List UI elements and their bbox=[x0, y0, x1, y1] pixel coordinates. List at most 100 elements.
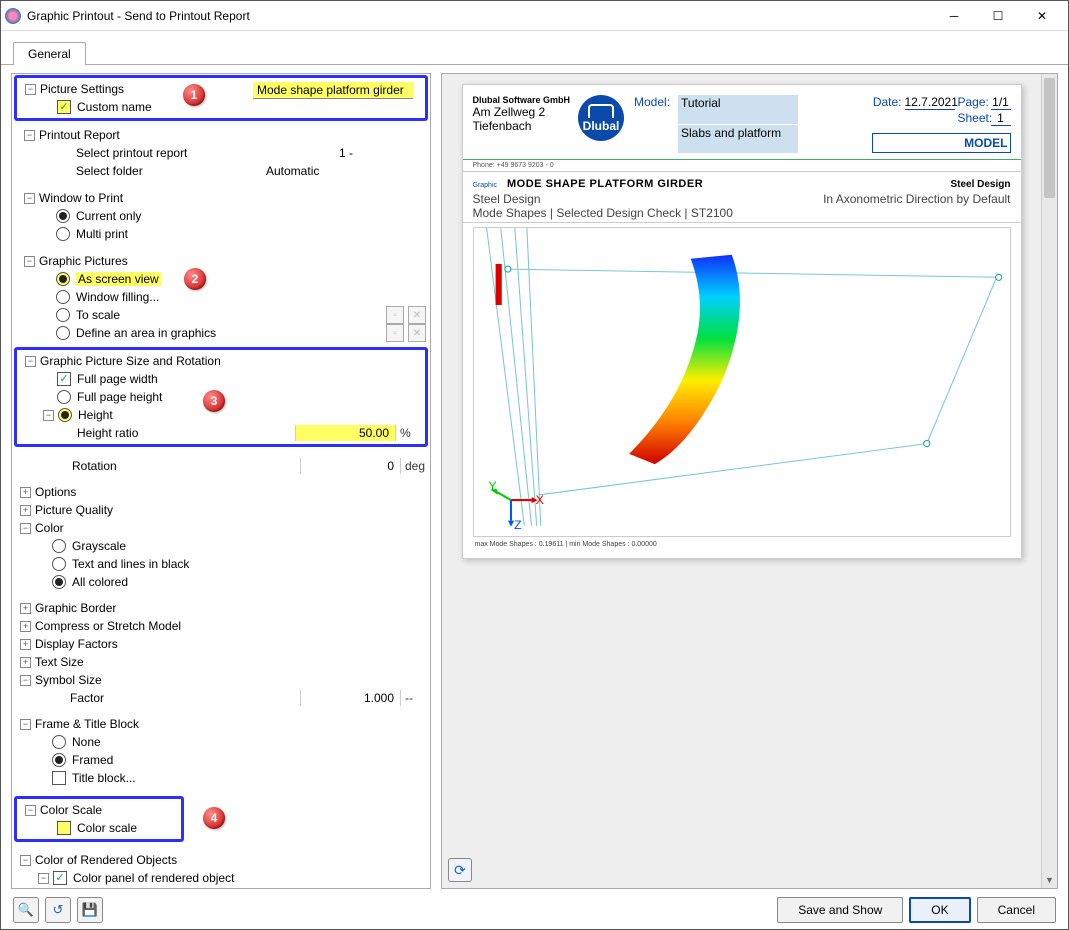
label-height-ratio: Height ratio bbox=[75, 426, 295, 440]
scrollbar[interactable]: ▲ ▼ bbox=[1041, 74, 1057, 888]
scale-button-a: ▫ bbox=[386, 306, 404, 324]
label-as-screen-view: As screen view bbox=[76, 272, 426, 286]
radio-as-screen-view[interactable] bbox=[56, 272, 70, 286]
radio-define-area[interactable] bbox=[56, 326, 70, 340]
radio-height[interactable] bbox=[58, 408, 72, 422]
app-icon bbox=[5, 8, 21, 24]
radio-grayscale[interactable] bbox=[52, 539, 66, 553]
radio-current-only[interactable] bbox=[56, 209, 70, 223]
reset-button[interactable]: ↺ bbox=[45, 897, 71, 923]
radio-all-colored[interactable] bbox=[52, 575, 66, 589]
expand-icon[interactable]: + bbox=[20, 657, 31, 668]
section-color: Color bbox=[35, 521, 430, 535]
input-rotation[interactable]: 0 bbox=[300, 458, 400, 474]
collapse-icon[interactable]: − bbox=[43, 410, 54, 421]
help-button[interactable]: 🔍 bbox=[13, 897, 39, 923]
figure-sub-left-b: Mode Shapes | Selected Design Check | ST… bbox=[473, 206, 733, 220]
maximize-button[interactable]: ☐ bbox=[976, 2, 1020, 30]
section-text-size: Text Size bbox=[35, 655, 430, 669]
value-select-report[interactable]: 1 - bbox=[266, 146, 426, 160]
collapse-icon[interactable]: − bbox=[25, 356, 36, 367]
radio-full-height[interactable] bbox=[57, 390, 71, 404]
head-sheet-label: Sheet: bbox=[958, 111, 988, 126]
collapse-icon[interactable]: − bbox=[25, 84, 36, 95]
close-button[interactable]: ✕ bbox=[1020, 2, 1064, 30]
label-factor: Factor bbox=[70, 691, 300, 705]
radio-framed[interactable] bbox=[52, 753, 66, 767]
label-grayscale: Grayscale bbox=[72, 539, 430, 553]
label-color-panel: Color panel of rendered object bbox=[73, 871, 430, 885]
scroll-down-icon[interactable]: ▼ bbox=[1042, 872, 1057, 888]
area-button-a: ▫ bbox=[386, 324, 404, 342]
save-settings-button[interactable]: 💾 bbox=[77, 897, 103, 923]
checkbox-color-panel[interactable] bbox=[53, 871, 67, 885]
dialog-footer: 🔍 ↺ 💾 Save and Show OK Cancel bbox=[1, 891, 1068, 929]
input-height-ratio[interactable]: 50.00 bbox=[295, 425, 395, 441]
save-and-show-button[interactable]: Save and Show bbox=[777, 897, 903, 923]
radio-multi-print[interactable] bbox=[56, 227, 70, 241]
cancel-button[interactable]: Cancel bbox=[977, 897, 1056, 923]
unit-factor: -- bbox=[400, 690, 430, 706]
checkbox-color-scale[interactable] bbox=[57, 821, 71, 835]
label-color-scale: Color scale bbox=[77, 821, 181, 835]
figure-caption: max Mode Shapes : 0.19611 | min Mode Sha… bbox=[463, 539, 1021, 558]
head-sheet-value: 1 bbox=[991, 111, 1011, 126]
label-window-filling: Window filling... bbox=[76, 290, 426, 304]
section-window-to-print: Window to Print bbox=[39, 191, 426, 205]
section-symbol-size: Symbol Size bbox=[35, 673, 430, 687]
collapse-icon[interactable]: − bbox=[20, 855, 31, 866]
section-graphic-border: Graphic Border bbox=[35, 601, 430, 615]
tab-general[interactable]: General bbox=[13, 42, 86, 65]
settings-tree[interactable]: 1 − Picture Settings Mode shape platform… bbox=[11, 73, 431, 889]
custom-name-value: Mode shape platform girder bbox=[257, 83, 404, 97]
checkbox-title-block[interactable] bbox=[52, 771, 66, 785]
svg-text:Z: Z bbox=[514, 518, 522, 532]
radio-none[interactable] bbox=[52, 735, 66, 749]
scroll-thumb[interactable] bbox=[1044, 78, 1055, 198]
input-factor[interactable]: 1.000 bbox=[300, 690, 400, 706]
label-define-area: Define an area in graphics bbox=[76, 326, 382, 340]
company-phone: Phone: +49 9673 9203 - 0 bbox=[463, 160, 1021, 172]
label-all-colored: All colored bbox=[72, 575, 430, 589]
svg-text:X: X bbox=[535, 493, 543, 507]
collapse-icon[interactable]: − bbox=[24, 130, 35, 141]
collapse-icon[interactable]: − bbox=[24, 193, 35, 204]
ok-button[interactable]: OK bbox=[909, 897, 970, 923]
custom-name-checkbox[interactable] bbox=[57, 100, 71, 114]
checkbox-full-width[interactable] bbox=[57, 372, 71, 386]
label-multi-print: Multi print bbox=[76, 227, 426, 241]
svg-text:Y: Y bbox=[488, 479, 496, 493]
radio-to-scale[interactable] bbox=[56, 308, 70, 322]
label-current-only: Current only bbox=[76, 209, 426, 223]
value-select-folder[interactable]: Automatic bbox=[266, 164, 426, 178]
scale-button-b: ✕ bbox=[408, 306, 426, 324]
collapse-icon[interactable]: − bbox=[20, 675, 31, 686]
label-title-block: Title block... bbox=[72, 771, 430, 785]
head-date-value: 12.7.2021 bbox=[905, 95, 955, 110]
head-project-value: Slabs and platform bbox=[678, 125, 798, 154]
collapse-icon[interactable]: − bbox=[20, 719, 31, 730]
head-model-value: Tutorial bbox=[678, 95, 798, 124]
expand-icon[interactable]: + bbox=[20, 621, 31, 632]
figure-title: MODE SHAPE PLATFORM GIRDER bbox=[507, 178, 703, 190]
badge-4: 4 bbox=[203, 807, 225, 829]
collapse-icon[interactable]: − bbox=[20, 523, 31, 534]
expand-icon[interactable]: + bbox=[20, 505, 31, 516]
window-title: Graphic Printout - Send to Printout Repo… bbox=[27, 9, 932, 23]
expand-icon[interactable]: + bbox=[20, 639, 31, 650]
radio-text-lines-black[interactable] bbox=[52, 557, 66, 571]
custom-name-input[interactable]: Mode shape platform girder bbox=[253, 82, 413, 99]
refresh-button[interactable]: ⟳ bbox=[448, 858, 472, 882]
radio-window-filling[interactable] bbox=[56, 290, 70, 304]
section-printout-report: Printout Report bbox=[39, 128, 426, 142]
section-display-factors: Display Factors bbox=[35, 637, 430, 651]
minimize-button[interactable]: ─ bbox=[932, 2, 976, 30]
section-graphic-pictures: Graphic Pictures bbox=[39, 254, 426, 268]
expand-icon[interactable]: + bbox=[20, 603, 31, 614]
figure-sub-right: In Axonometric Direction by Default bbox=[823, 192, 1010, 220]
expand-icon[interactable]: + bbox=[20, 487, 31, 498]
collapse-icon[interactable]: − bbox=[24, 256, 35, 267]
collapse-icon[interactable]: − bbox=[38, 873, 49, 884]
label-to-scale: To scale bbox=[76, 308, 382, 322]
collapse-icon[interactable]: − bbox=[25, 805, 36, 816]
